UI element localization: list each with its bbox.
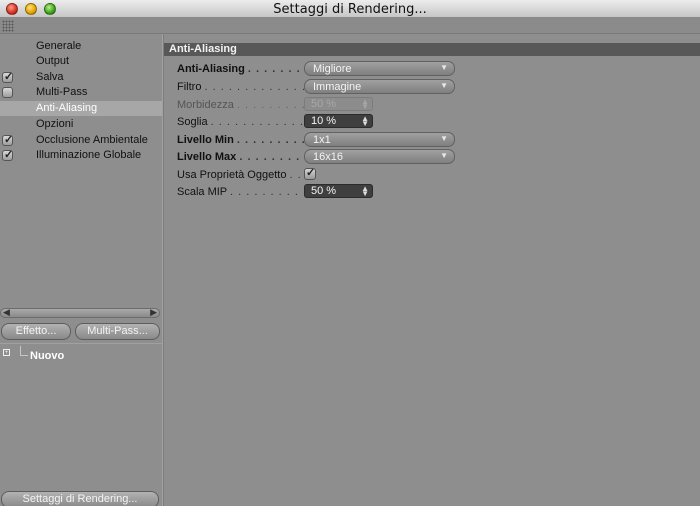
antialiasing-value: Migliore: [313, 63, 352, 75]
antialiasing-dropdown[interactable]: Migliore ▼: [304, 61, 455, 76]
chevron-down-icon: ▼: [440, 81, 448, 90]
sidebar-item-label: Illuminazione Globale: [36, 149, 142, 161]
check-icon: ✓: [306, 167, 316, 179]
sidebar-item-label: Multi-Pass: [36, 86, 88, 98]
livello-min-dropdown[interactable]: 1x1 ▼: [304, 132, 455, 147]
settings-sidebar: Generale Output ✓ Salva Multi-Pass Anti-…: [0, 34, 162, 506]
morbidezza-value: 50 %: [311, 98, 337, 110]
soglia-spinner[interactable]: 10 % ▲ ▼: [304, 114, 373, 128]
filtro-dropdown[interactable]: Immagine ▼: [304, 79, 455, 94]
scala-mip-value: 50 %: [311, 185, 337, 197]
render-settings-tree: + Nuovo: [0, 346, 162, 364]
sidebar-item-opzioni[interactable]: Opzioni: [0, 117, 162, 132]
soglia-value: 10 %: [311, 115, 337, 127]
check-icon: ✓: [4, 71, 14, 83]
toolbar: [0, 18, 700, 34]
sidebar-item-illuminazione-globale[interactable]: ✓ Illuminazione Globale: [0, 148, 162, 163]
spinner-arrows-icon: ▲ ▼: [361, 97, 369, 111]
leader-dots: . .: [289, 169, 302, 181]
sidebar-item-output[interactable]: Output: [0, 54, 162, 69]
grip-icon[interactable]: [2, 20, 14, 32]
sidebar-item-label: Occlusione Ambientale: [36, 134, 148, 146]
scroll-left-icon[interactable]: ◀: [3, 307, 10, 318]
spinner-arrows-icon[interactable]: ▲ ▼: [361, 185, 369, 198]
check-icon: ✓: [4, 149, 14, 161]
tree-connector: [20, 346, 28, 356]
morbidezza-label: Morbidezza: [177, 99, 234, 111]
sidebar-item-label: Opzioni: [36, 118, 74, 130]
effect-button[interactable]: Effetto...: [1, 323, 71, 340]
sidebar-item-salva[interactable]: ✓ Salva: [0, 70, 162, 85]
render-settings-button[interactable]: Settaggi di Rendering...: [1, 491, 159, 506]
spinner-arrows-icon[interactable]: ▲ ▼: [361, 115, 369, 128]
livello-min-label: Livello Min: [177, 134, 234, 146]
salva-checkbox[interactable]: ✓: [2, 71, 14, 83]
sidebar-item-label: Generale: [36, 40, 82, 52]
filtro-label: Filtro: [177, 81, 202, 93]
chevron-down-icon: ▼: [440, 134, 448, 143]
leader-dots: . . . . . . . .: [247, 63, 309, 75]
sidebar-item-multi-pass[interactable]: Multi-Pass: [0, 85, 162, 100]
sidebar-horizontal-scrollbar[interactable]: ◀ ▶: [0, 307, 160, 318]
scala-mip-spinner[interactable]: 50 % ▲ ▼: [304, 184, 373, 198]
multi-pass-button[interactable]: Multi-Pass...: [75, 323, 160, 340]
scroll-right-icon[interactable]: ▶: [150, 307, 157, 318]
occlusione-checkbox[interactable]: ✓: [2, 134, 14, 146]
scala-mip-label: Scala MIP: [177, 186, 227, 198]
livello-max-dropdown[interactable]: 16x16 ▼: [304, 149, 455, 164]
livello-max-value: 16x16: [313, 151, 343, 163]
title-bar: Settaggi di Rendering...: [0, 0, 700, 18]
chevron-down-icon: ▼: [440, 151, 448, 160]
usa-proprieta-label: Usa Proprietà Oggetto: [177, 169, 287, 181]
sidebar-item-label: Output: [36, 55, 70, 67]
sidebar-item-label: Salva: [36, 71, 64, 83]
livello-max-label: Livello Max: [177, 151, 237, 163]
sidebar-item-anti-aliasing[interactable]: Anti-Aliasing: [0, 101, 162, 116]
soglia-label: Soglia: [177, 116, 208, 128]
sidebar-item-occlusione-ambientale[interactable]: ✓ Occlusione Ambientale: [0, 133, 162, 148]
illuminazione-checkbox[interactable]: ✓: [2, 149, 14, 161]
section-title: Anti-Aliasing: [164, 43, 700, 56]
sidebar-item-label: Anti-Aliasing: [36, 102, 98, 114]
multi-pass-checkbox[interactable]: [2, 87, 13, 98]
sidebar-separator: [0, 343, 162, 344]
window-title: Settaggi di Rendering...: [273, 2, 427, 17]
check-icon: ✓: [4, 134, 14, 146]
sidebar-item-generale[interactable]: Generale: [0, 39, 162, 54]
usa-proprieta-checkbox[interactable]: ✓: [304, 167, 316, 180]
antialiasing-label: Anti-Aliasing: [177, 63, 245, 75]
morbidezza-spinner: 50 % ▲ ▼: [304, 97, 373, 111]
livello-min-value: 1x1: [313, 134, 331, 146]
expand-icon[interactable]: +: [3, 349, 10, 356]
tree-item-nuovo[interactable]: Nuovo: [30, 350, 64, 362]
chevron-down-icon: ▼: [440, 63, 448, 72]
filtro-value: Immagine: [313, 81, 362, 93]
usa-proprieta-row: Usa Proprietà Oggetto . .: [177, 167, 467, 183]
